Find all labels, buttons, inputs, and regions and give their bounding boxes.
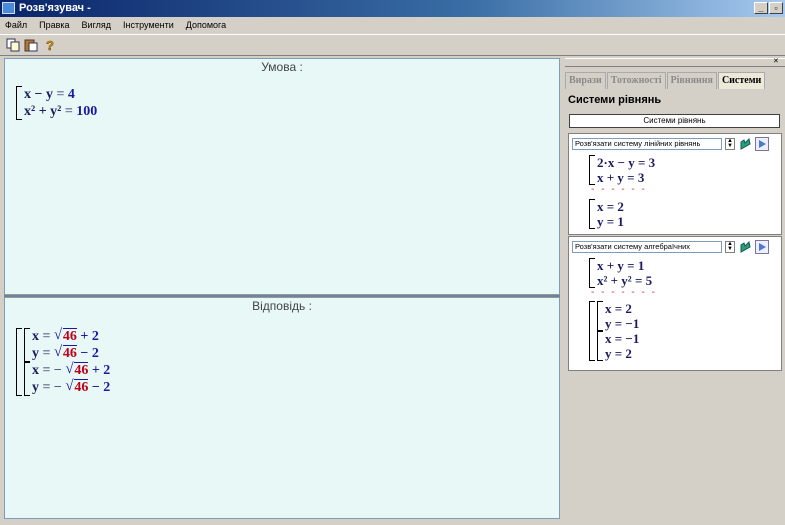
app-icon <box>2 2 15 14</box>
equation: 2·x − y = 3 <box>597 155 656 170</box>
sidebar-grip[interactable] <box>565 58 785 67</box>
help-icon[interactable]: ? <box>43 38 57 52</box>
algebraic-system[interactable]: x + y = 1 x² + y² = 5 <box>589 258 652 288</box>
equation: y = −1 <box>605 316 640 331</box>
condition-system[interactable]: x − y = 4 x² + y² = 100 <box>16 86 97 120</box>
linear-system[interactable]: 2·x − y = 3 x + y = 3 <box>589 155 655 185</box>
set-bracket <box>589 301 595 361</box>
sidebar-close-icon[interactable]: ✕ <box>773 58 783 65</box>
apply-icon[interactable] <box>738 137 752 151</box>
equation: y = 2 <box>605 346 632 361</box>
system-brace <box>597 301 603 331</box>
solution-2: x = − 46 + 2 y = − 46 − 2 <box>24 361 110 396</box>
play-icon[interactable] <box>755 240 769 254</box>
system-brace <box>589 258 595 288</box>
menu-tools[interactable]: Інструменти <box>122 20 175 30</box>
answer-pane[interactable]: Відповідь : x = 46 + 2 y = 46 − 2 x = − … <box>4 297 560 519</box>
toolbar: ? <box>0 34 785 56</box>
equation: x² + y² = 5 <box>597 273 653 288</box>
separator: - - - - - - <box>591 184 647 195</box>
solution-1: x = 46 + 2 y = 46 − 2 <box>24 327 110 362</box>
window-controls: _ ▫ <box>754 2 783 14</box>
condition-eq-2: x² + y² = 100 <box>24 104 98 119</box>
equation: x + y = 1 <box>597 258 645 273</box>
svg-text:?: ? <box>46 38 54 52</box>
algebraic-action-select[interactable]: Розв'язати систему алгебраїчних <box>572 241 722 253</box>
solution-line: x = 46 + 2 <box>32 327 99 345</box>
paste-icon[interactable] <box>24 38 38 52</box>
separator: - - - - - - - <box>591 287 657 298</box>
algebraic-system-card: Розв'язати систему алгебраїчних ▲ ▼ x + y… <box>568 236 782 371</box>
play-icon[interactable] <box>755 137 769 151</box>
window-title: Розв'язувач - <box>19 2 91 14</box>
condition-title: Умова : <box>261 60 303 74</box>
linear-select-row: Розв'язати систему лінійних рівнянь ▲ ▼ <box>572 137 769 151</box>
maximize-button[interactable]: ▫ <box>769 2 783 14</box>
result-pair-2: x = −1 y = 2 <box>597 331 639 361</box>
linear-result[interactable]: x = 2 y = 1 <box>589 199 624 229</box>
tab-equations[interactable]: Рівняння <box>666 72 717 89</box>
linear-action-select[interactable]: Розв'язати систему лінійних рівнянь <box>572 138 722 150</box>
sidebar-heading: Системи рівнянь <box>568 94 662 106</box>
system-brace <box>16 86 22 120</box>
minimize-button[interactable]: _ <box>754 2 768 14</box>
equation: x + y = 3 <box>597 170 645 185</box>
right-sidebar: ✕ Вирази Тотожності Рівняння Системи Сис… <box>565 58 785 519</box>
system-brace <box>589 155 595 185</box>
menu-help[interactable]: Допомога <box>185 20 227 30</box>
menu-view[interactable]: Вигляд <box>81 20 113 30</box>
condition-eq-1: x − y = 4 <box>24 87 75 102</box>
spin-control[interactable]: ▲ ▼ <box>725 138 735 150</box>
system-brace <box>24 328 30 362</box>
sidebar-tabs: Вирази Тотожності Рівняння Системи <box>565 72 785 89</box>
solution-line: x = − 46 + 2 <box>32 361 110 379</box>
copy-icon[interactable] <box>6 38 20 52</box>
system-brace <box>589 199 595 229</box>
equation: y = 1 <box>597 214 624 229</box>
menu-file[interactable]: Файл <box>4 20 28 30</box>
equation: x = 2 <box>605 301 632 316</box>
algebraic-result-set[interactable]: x = 2 y = −1 x = −1 y = 2 <box>589 301 639 361</box>
status-bar <box>0 519 785 525</box>
system-brace <box>24 362 30 396</box>
algebraic-select-row: Розв'язати систему алгебраїчних ▲ ▼ <box>572 240 769 254</box>
workspace: Умова : x − y = 4 x² + y² = 100 Відповід… <box>4 58 560 519</box>
set-bracket <box>16 328 22 396</box>
menu-edit[interactable]: Правка <box>38 20 70 30</box>
equation: x = 2 <box>597 199 624 214</box>
equation: x = −1 <box>605 331 640 346</box>
answer-set[interactable]: x = 46 + 2 y = 46 − 2 x = − 46 + 2 y = −… <box>16 327 110 396</box>
spin-control[interactable]: ▲ ▼ <box>725 241 735 253</box>
apply-icon[interactable] <box>738 240 752 254</box>
menu-bar: Файл Правка Вигляд Інструменти Допомога <box>0 17 785 33</box>
title-bar: Розв'язувач - _ ▫ <box>0 0 785 17</box>
answer-title: Відповідь : <box>252 299 312 313</box>
solution-line: y = 46 − 2 <box>32 344 99 362</box>
result-pair-1: x = 2 y = −1 <box>597 301 639 331</box>
tab-expressions[interactable]: Вирази <box>565 72 606 89</box>
solution-line: y = − 46 − 2 <box>32 378 110 396</box>
system-brace <box>597 331 603 361</box>
condition-pane[interactable]: Умова : x − y = 4 x² + y² = 100 <box>4 58 560 295</box>
linear-system-card: Розв'язати систему лінійних рівнянь ▲ ▼ 2… <box>568 133 782 235</box>
systems-button[interactable]: Системи рівнянь <box>569 114 780 128</box>
tab-identities[interactable]: Тотожності <box>606 72 666 89</box>
tab-systems[interactable]: Системи <box>717 72 766 89</box>
